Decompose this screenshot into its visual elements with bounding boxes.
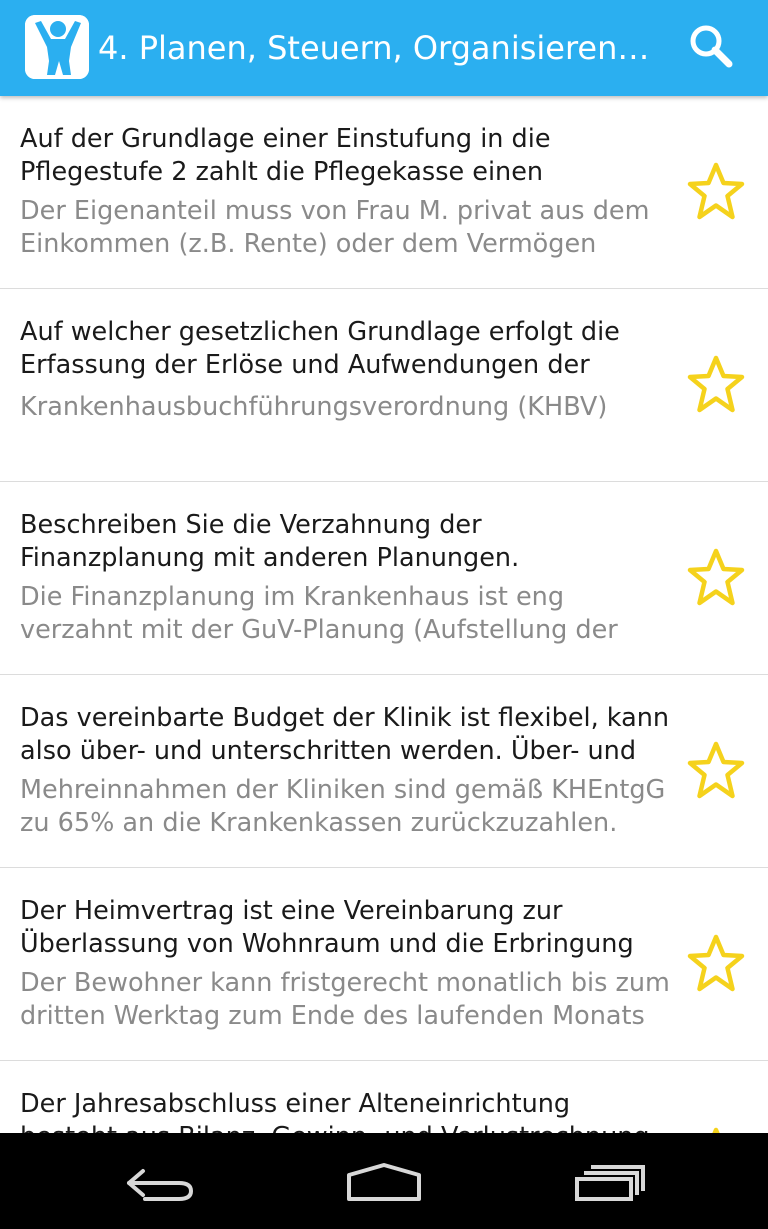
item-subtitle: Mehreinnahmen der Kliniken sind gemäß KH…	[20, 775, 666, 838]
item-title: Beschreiben Sie die Verzahnung der Finan…	[20, 510, 520, 573]
back-button[interactable]	[105, 1153, 215, 1209]
recent-apps-button[interactable]	[555, 1153, 665, 1209]
item-subtitle: Der Eigenanteil muss von Frau M. privat …	[20, 196, 650, 259]
person-arms-up-icon[interactable]	[25, 15, 89, 79]
item-title: Das vereinbarte Budget der Klinik ist fl…	[20, 703, 670, 766]
recent-apps-icon	[575, 1165, 645, 1201]
item-subtitle: Krankenhausbuchführungsverordnung (KHBV)	[20, 392, 608, 422]
screen: 4. Planen, Steuern, Organisieren… Auf de…	[0, 0, 768, 1229]
list-item[interactable]: Auf welcher gesetzlichen Grundlage erfol…	[0, 289, 768, 482]
star-outline-icon[interactable]	[684, 1126, 748, 1133]
star-outline-icon[interactable]	[684, 933, 748, 995]
item-subtitle: Die Finanzplanung im Krankenhaus ist eng…	[20, 582, 618, 645]
star-outline-icon[interactable]	[684, 740, 748, 802]
home-icon	[347, 1163, 421, 1201]
home-button[interactable]	[329, 1153, 439, 1209]
question-list[interactable]: Auf der Grundlage einer Einstufung in di…	[0, 96, 768, 1133]
star-outline-icon[interactable]	[684, 161, 748, 223]
item-title: Der Jahresabschluss einer Alteneinrichtu…	[20, 1089, 650, 1133]
item-subtitle: Der Bewohner kann fristgerecht monatlich…	[20, 968, 670, 1031]
list-item[interactable]: Beschreiben Sie die Verzahnung der Finan…	[0, 482, 768, 675]
list-item[interactable]: Auf der Grundlage einer Einstufung in di…	[0, 96, 768, 289]
back-arrow-icon	[127, 1169, 194, 1201]
list-item[interactable]: Der Heimvertrag ist eine Vereinbarung zu…	[0, 868, 768, 1061]
list-item[interactable]: Das vereinbarte Budget der Klinik ist fl…	[0, 675, 768, 868]
item-title: Auf der Grundlage einer Einstufung in di…	[20, 124, 551, 187]
star-outline-icon[interactable]	[684, 354, 748, 416]
search-button[interactable]	[676, 16, 746, 80]
list-item[interactable]: Der Jahresabschluss einer Alteneinrichtu…	[0, 1061, 768, 1133]
action-bar: 4. Planen, Steuern, Organisieren…	[0, 0, 768, 96]
search-icon	[690, 25, 733, 68]
navigation-bar	[0, 1133, 768, 1229]
star-outline-icon[interactable]	[684, 547, 748, 609]
item-title: Der Heimvertrag ist eine Vereinbarung zu…	[20, 896, 634, 959]
item-title: Auf welcher gesetzlichen Grundlage erfol…	[20, 317, 620, 380]
page-title: 4. Planen, Steuern, Organisieren…	[98, 29, 650, 67]
